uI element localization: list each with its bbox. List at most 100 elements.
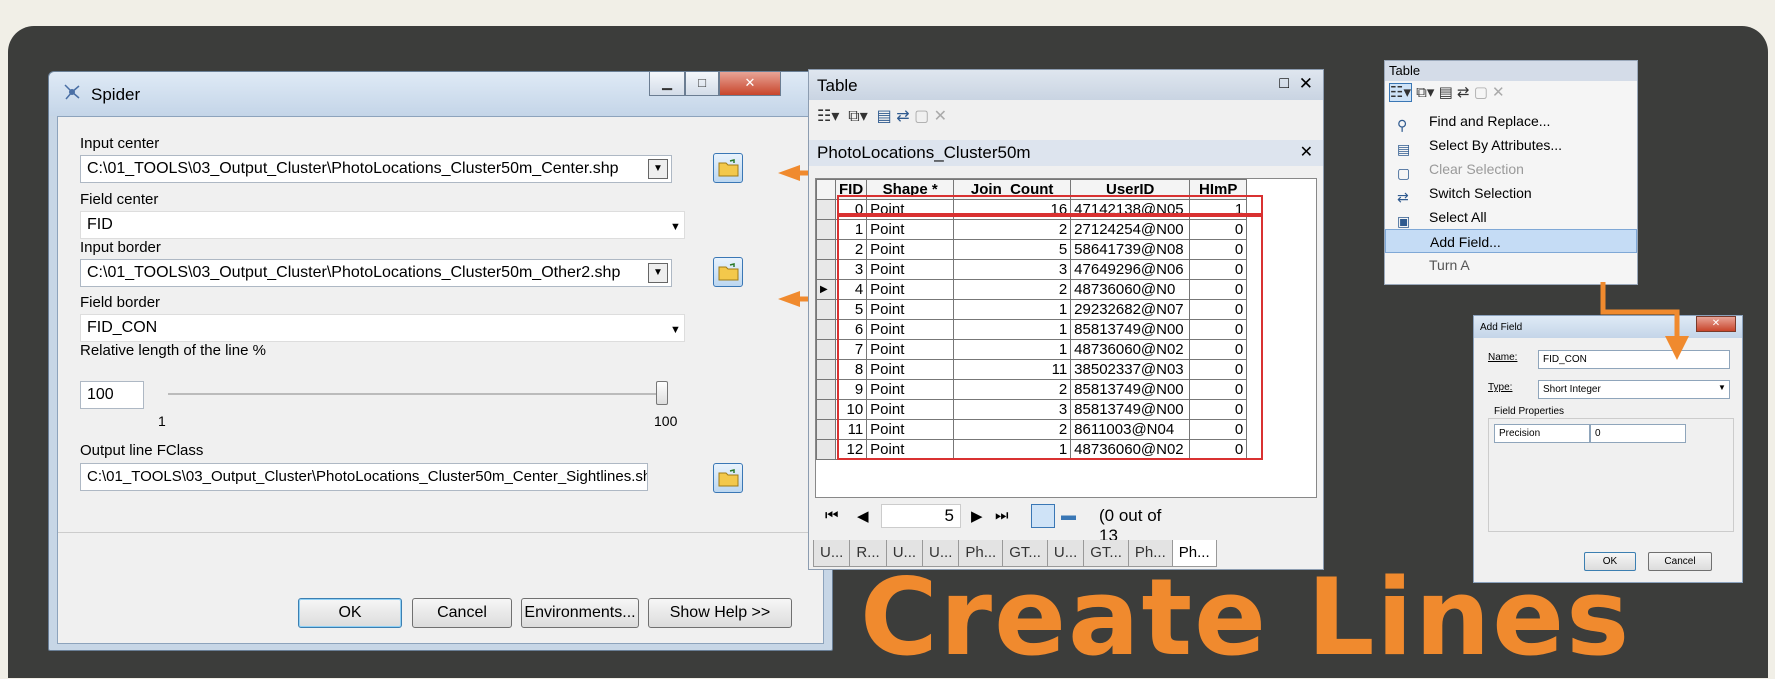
switch-selection-icon[interactable]: ⇄	[896, 108, 909, 125]
input-center-label: Input center	[80, 135, 160, 152]
row-selector[interactable]	[816, 399, 836, 420]
cancel-button[interactable]: Cancel	[1648, 552, 1712, 571]
field-center-select[interactable]: FID	[80, 211, 685, 239]
show-help-button[interactable]: Show Help >>	[648, 598, 792, 628]
field-border-label: Field border	[80, 294, 161, 311]
restore-icon[interactable]: □	[1279, 75, 1289, 93]
table-options-menu: Table ☷▾ ⧉▾ ▤ ⇄ ▢ ✕ ⚲ Find and Replace...…	[1384, 60, 1638, 285]
input-border-dropdown[interactable]: ▼	[648, 263, 668, 283]
row-selector[interactable]	[816, 299, 836, 320]
field-border-select[interactable]: FID_CON	[80, 314, 685, 342]
menu-item[interactable]: ⚲ Find and Replace...	[1385, 109, 1637, 133]
row-selector[interactable]	[816, 339, 836, 360]
spider-body: Input center C:\01_TOOLS\03_Output_Clust…	[57, 116, 824, 644]
table-titlebar[interactable]: Table □ ✕	[809, 70, 1323, 100]
menu-item-label: Select By Attributes...	[1429, 137, 1563, 153]
clear-selection-icon[interactable]: ▢	[1474, 84, 1488, 101]
related-tables-icon[interactable]: ⧉▾	[1416, 84, 1434, 101]
chevron-down-icon: ▼	[670, 324, 681, 336]
input-border-label: Input border	[80, 239, 161, 256]
row-selector[interactable]	[816, 239, 836, 260]
table-toolbar: ☷▾ ⧉▾ ▤ ⇄ ▢ ✕	[817, 106, 947, 130]
current-record-input[interactable]: 5	[881, 504, 961, 528]
type-select[interactable]: Short Integer	[1538, 380, 1730, 399]
last-record-icon[interactable]: ⏭	[995, 507, 1009, 524]
row-selector[interactable]	[816, 219, 836, 240]
select-by-attributes-icon[interactable]: ▤	[877, 108, 892, 125]
select-by-attributes-icon: ▤	[1397, 141, 1411, 157]
menu-item-partial[interactable]: Turn A	[1385, 253, 1637, 277]
close-layer-icon[interactable]: ✕	[1300, 142, 1313, 162]
layer-tab-bar: PhotoLocations_Cluster50m ✕	[809, 140, 1323, 166]
related-tables-icon[interactable]: ⧉▾	[848, 108, 867, 125]
select-all-icon: ▣	[1397, 213, 1411, 229]
select-by-attributes-icon[interactable]: ▤	[1439, 84, 1453, 101]
table-title: Table	[817, 76, 858, 95]
menu-toolbar: ☷▾ ⧉▾ ▤ ⇄ ▢ ✕	[1389, 83, 1505, 102]
cancel-button[interactable]: Cancel	[412, 598, 512, 628]
menu-item-label: Add Field...	[1430, 234, 1501, 250]
spider-title: Spider	[91, 85, 141, 104]
switch-selection-icon[interactable]: ⇄	[1457, 84, 1470, 101]
menu-item-label: Select All	[1429, 209, 1487, 225]
row-selector[interactable]: ▶	[816, 279, 836, 300]
previous-record-icon[interactable]: ◀	[857, 507, 869, 525]
slide-title: Create Lines	[860, 556, 1632, 679]
add-field-icon	[1398, 234, 1414, 250]
table-options-icon[interactable]: ☷▾	[1389, 83, 1412, 102]
menu-title: Table	[1385, 61, 1637, 81]
layer-tab[interactable]: U...	[813, 540, 851, 567]
divider	[58, 532, 823, 533]
row-selector[interactable]	[816, 199, 836, 220]
next-record-icon[interactable]: ▶	[971, 507, 983, 525]
output-browse-button[interactable]	[713, 463, 743, 493]
input-border-browse-button[interactable]	[713, 257, 743, 287]
output-fclass-field[interactable]: C:\01_TOOLS\03_Output_Cluster\PhotoLocat…	[80, 463, 648, 491]
show-all-records-icon[interactable]	[1031, 504, 1055, 528]
environments-button[interactable]: Environments...	[521, 598, 639, 628]
attribute-grid: FID Shape * Join_Count UserID HImP 0 Point 16 4…	[815, 178, 1317, 498]
input-center-dropdown[interactable]: ▼	[648, 159, 668, 179]
name-label: Name:	[1488, 352, 1518, 363]
open-folder-icon	[718, 159, 739, 177]
ok-button[interactable]: OK	[298, 598, 402, 628]
row-selector[interactable]	[816, 319, 836, 340]
relative-length-input[interactable]: 100	[80, 381, 144, 409]
row-selector[interactable]	[816, 359, 836, 380]
maximize-button[interactable]: □	[685, 72, 719, 96]
close-button[interactable]: ✕	[719, 72, 781, 96]
delete-selected-icon[interactable]: ✕	[934, 108, 947, 125]
menu-item[interactable]: ⇄ Switch Selection	[1385, 181, 1637, 205]
slider-max-label: 100	[654, 413, 678, 429]
menu-item[interactable]: ▤ Select By Attributes...	[1385, 133, 1637, 157]
field-center-label: Field center	[80, 191, 159, 208]
input-center-browse-button[interactable]	[713, 153, 743, 183]
row-selector-header	[816, 179, 836, 200]
menu-item-label: Turn A	[1429, 257, 1470, 273]
row-selector[interactable]	[816, 419, 836, 440]
spider-dialog: Spider ▁ □ ✕ Input center C:\01_TOOLS\03…	[48, 71, 833, 651]
row-selector[interactable]	[816, 439, 836, 460]
row-selector[interactable]	[816, 379, 836, 400]
menu-item[interactable]: ▣ Select All	[1385, 205, 1637, 229]
menu-item[interactable]: Add Field...	[1385, 229, 1637, 253]
length-slider-thumb[interactable]	[656, 381, 668, 405]
spider-tool-icon	[64, 84, 80, 100]
input-border-field[interactable]: C:\01_TOOLS\03_Output_Cluster\PhotoLocat…	[80, 259, 672, 287]
show-selected-records-icon[interactable]: ▬	[1061, 507, 1076, 524]
first-record-icon[interactable]: ⏮	[825, 507, 839, 524]
input-center-field[interactable]: C:\01_TOOLS\03_Output_Cluster\PhotoLocat…	[80, 155, 672, 183]
chevron-down-icon: ▼	[670, 221, 681, 233]
delete-selected-icon[interactable]: ✕	[1492, 84, 1505, 101]
length-slider-track[interactable]	[168, 393, 668, 395]
minimize-button[interactable]: ▁	[649, 72, 685, 96]
close-icon[interactable]: ✕	[1299, 74, 1313, 94]
menu-item-label: Switch Selection	[1429, 185, 1532, 201]
row-selector[interactable]	[816, 259, 836, 280]
clear-selection-icon[interactable]: ▢	[914, 108, 929, 125]
menu-item[interactable]: ▢ Clear Selection	[1385, 157, 1637, 181]
add-field-body: Name: FID_CON Type: Short Integer ▼ Fiel…	[1480, 338, 1736, 578]
spider-titlebar[interactable]: Spider ▁ □ ✕	[49, 72, 832, 116]
table-options-icon[interactable]: ☷▾	[817, 108, 839, 125]
precision-input[interactable]: 0	[1590, 424, 1686, 443]
